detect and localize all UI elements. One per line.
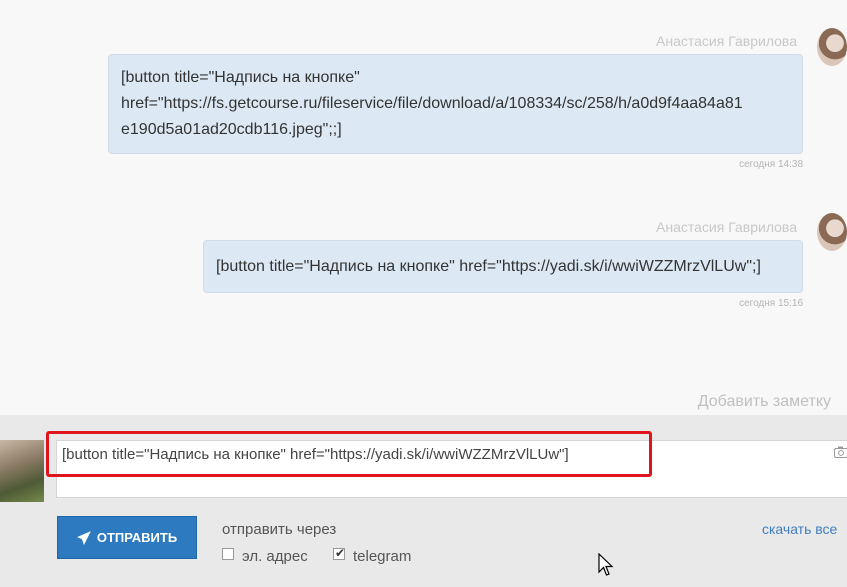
message-sender: Анастасия Гаврилова xyxy=(656,33,797,49)
message-sender: Анастасия Гаврилова xyxy=(656,219,797,235)
message-line: e190d5a01ad20cdb116.jpeg";;] xyxy=(121,121,342,138)
sender-avatar xyxy=(817,28,847,66)
message-time: сегодня 14:38 xyxy=(739,159,803,170)
telegram-checkbox[interactable]: ✔ xyxy=(333,546,346,560)
download-all-link[interactable]: скачать все xyxy=(762,521,837,537)
message-line: [button title="Надпись на кнопке" href="… xyxy=(216,258,761,275)
highlight-annotation xyxy=(46,431,652,477)
send-via-label: отправить через xyxy=(222,521,337,538)
message-bubble: [button title="Надпись на кнопке" href="… xyxy=(203,240,803,293)
sender-avatar xyxy=(817,213,847,251)
paper-plane-icon xyxy=(76,530,91,545)
message-bubble: [button title="Надпись на кнопке" href="… xyxy=(108,54,803,154)
message-line: [button title="Надпись на кнопке" xyxy=(121,69,360,86)
email-checkbox[interactable] xyxy=(222,548,234,560)
message-time: сегодня 15:16 xyxy=(739,298,803,309)
current-user-avatar xyxy=(0,440,44,502)
telegram-checkbox-label: telegram xyxy=(353,548,412,565)
add-note-link[interactable]: Добавить заметку xyxy=(698,393,831,411)
send-button-label: ОТПРАВИТЬ xyxy=(96,530,178,545)
checkmark-icon: ✔ xyxy=(335,546,346,560)
send-button[interactable]: ОТПРАВИТЬ xyxy=(57,516,197,559)
chat-history: Анастасия Гаврилова [button title="Надпи… xyxy=(0,0,847,415)
message-line: href="https://fs.getcourse.ru/fileservic… xyxy=(121,95,743,112)
camera-icon[interactable] xyxy=(834,446,847,458)
email-checkbox-label: эл. адрес xyxy=(242,548,308,565)
mouse-cursor-icon xyxy=(598,553,614,576)
